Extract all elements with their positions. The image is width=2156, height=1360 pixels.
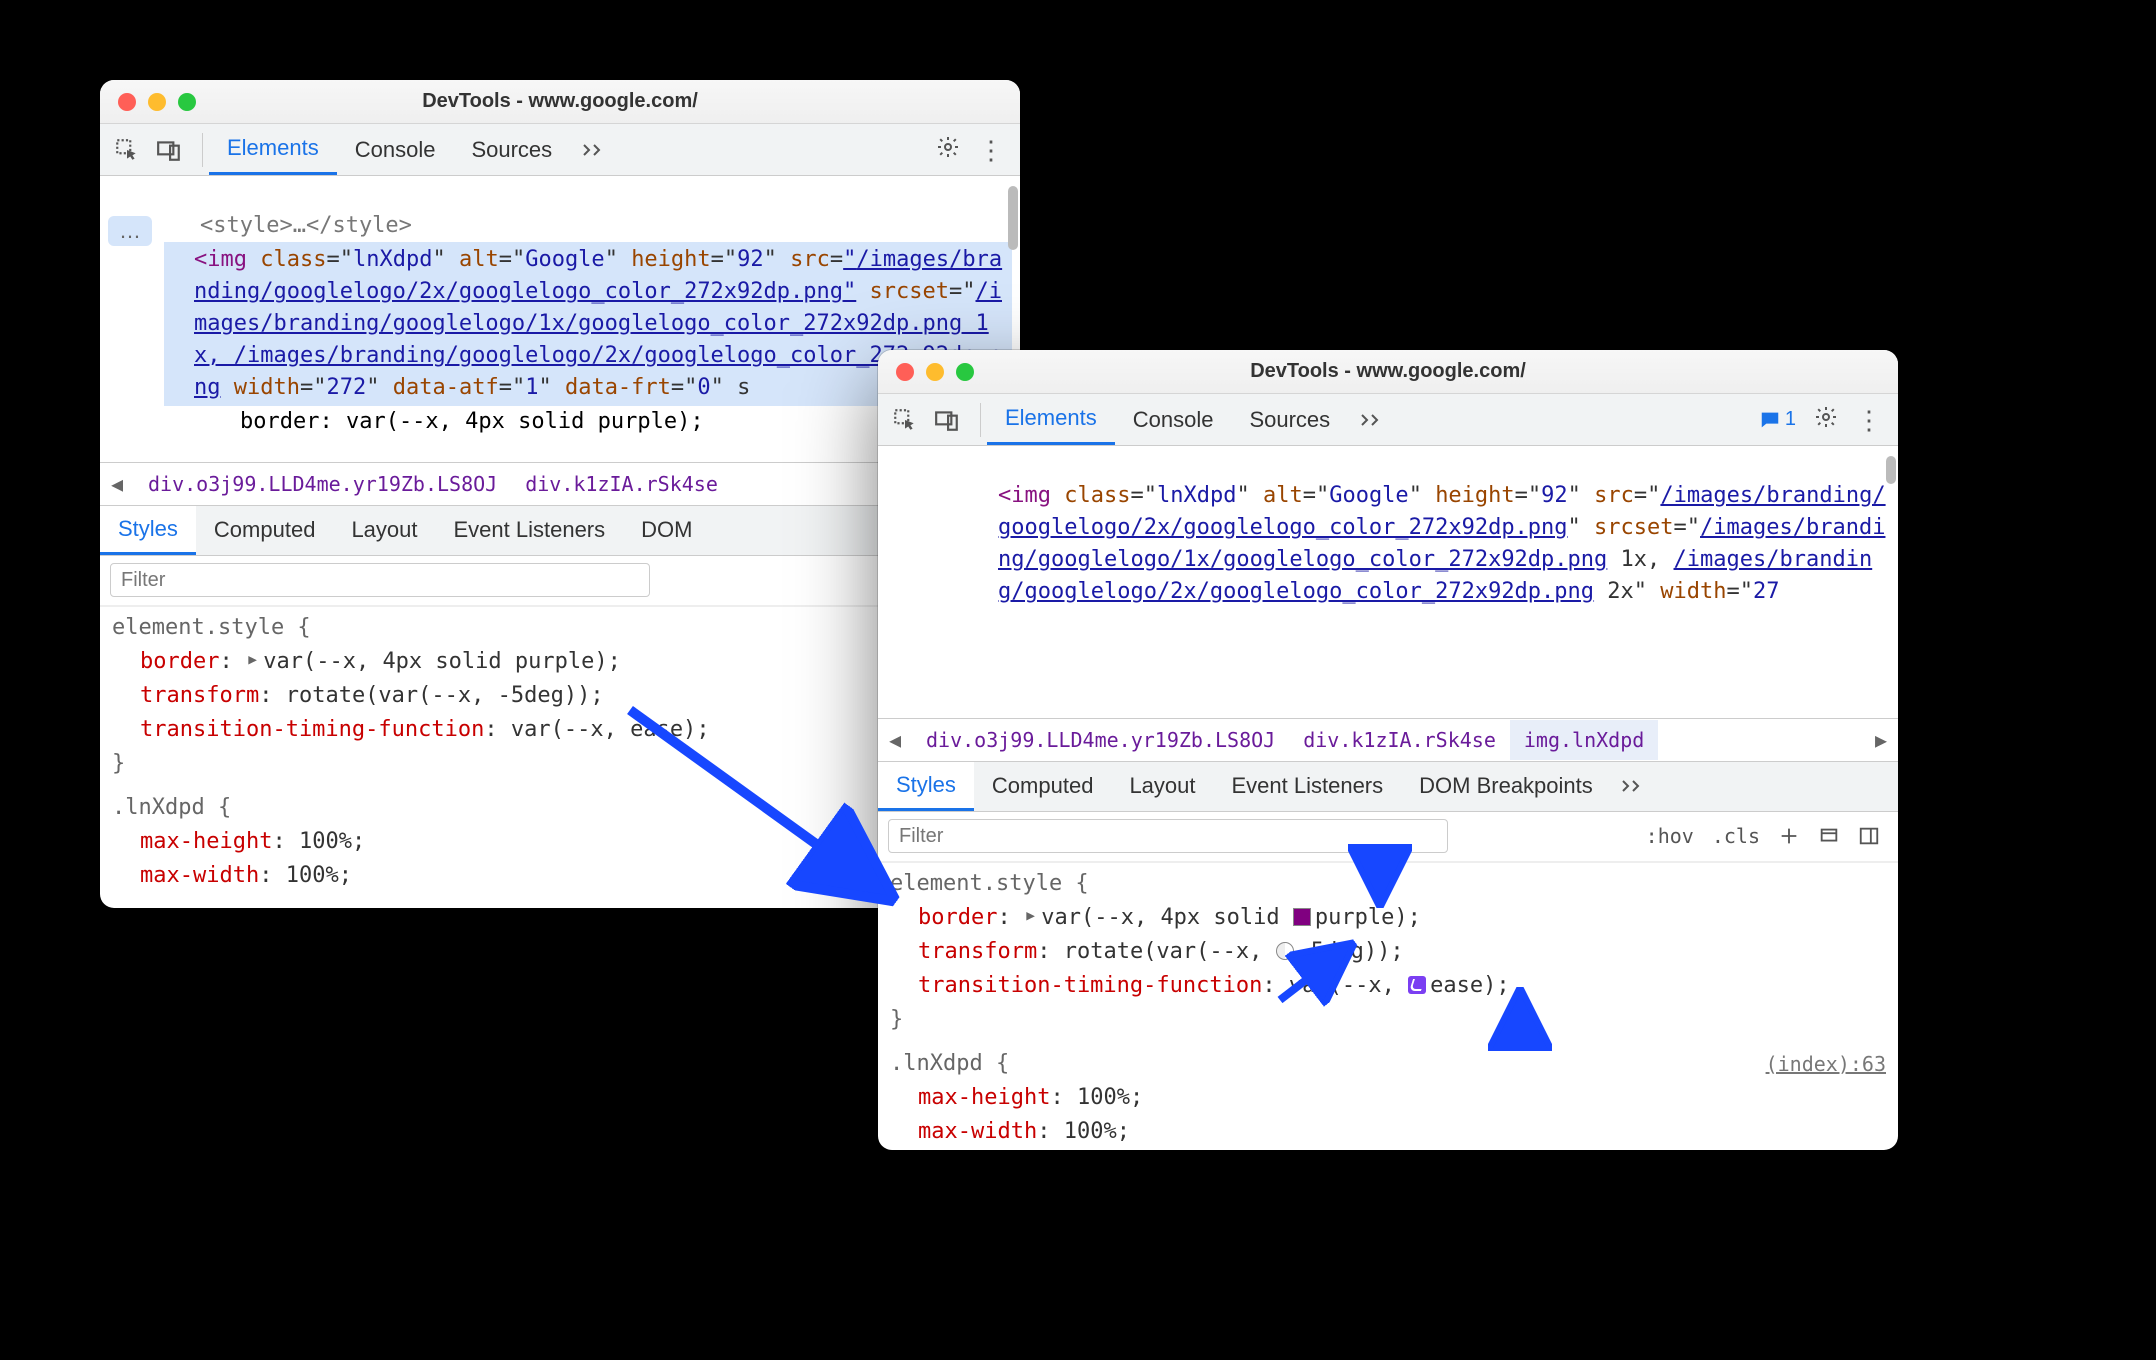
css-declaration[interactable]: border: ▸var(--x, 4px solid purple); — [890, 901, 1886, 935]
device-toolbar-icon[interactable] — [156, 137, 182, 163]
tab-elements[interactable]: Elements — [987, 394, 1115, 445]
main-toolbar: Elements Console Sources 1 ⋮ — [878, 394, 1898, 446]
new-style-rule-icon[interactable] — [1778, 825, 1800, 847]
gutter — [878, 446, 938, 718]
rendering-icon[interactable] — [1818, 825, 1840, 847]
window-title: DevTools - www.google.com/ — [878, 360, 1898, 383]
close-window-button[interactable] — [896, 363, 914, 381]
css-declaration[interactable]: max-height: 100%; — [112, 825, 1008, 859]
titlebar: DevTools - www.google.com/ — [100, 80, 1020, 124]
bezier-swatch-icon[interactable] — [1408, 976, 1426, 994]
more-subtabs-icon[interactable] — [1611, 773, 1655, 799]
subtab-dom-breakpoints[interactable]: DOM Breakpoints — [1401, 762, 1611, 811]
tab-elements[interactable]: Elements — [209, 124, 337, 175]
css-declaration-cutoff[interactable]: object-fit: contain; — [890, 1149, 1886, 1151]
issues-badge[interactable]: 1 — [1759, 408, 1796, 431]
subtab-styles[interactable]: Styles — [100, 506, 196, 555]
computed-sidebar-icon[interactable] — [1858, 825, 1880, 847]
expand-shorthand-icon[interactable]: ▸ — [246, 643, 259, 677]
zoom-window-button[interactable] — [956, 363, 974, 381]
close-window-button[interactable] — [118, 93, 136, 111]
subtab-layout[interactable]: Layout — [333, 506, 435, 555]
scrollbar-thumb[interactable] — [1886, 456, 1896, 484]
window-controls — [100, 93, 196, 111]
settings-gear-icon[interactable] — [936, 135, 960, 165]
rule-selector: element.style { — [112, 611, 1008, 645]
panel-tabs: Elements Console Sources — [209, 124, 618, 175]
settings-gear-icon[interactable] — [1814, 405, 1838, 435]
subtab-computed[interactable]: Computed — [974, 762, 1112, 811]
cls-toggle[interactable]: .cls — [1712, 824, 1760, 848]
tab-sources[interactable]: Sources — [1231, 394, 1348, 445]
color-swatch-icon[interactable] — [1293, 908, 1311, 926]
zoom-window-button[interactable] — [178, 93, 196, 111]
styles-filter-input[interactable]: Filter — [888, 819, 1448, 853]
rule-close: } — [890, 1003, 1886, 1037]
styles-subtabs: Styles Computed Layout Event Listeners D… — [878, 762, 1898, 812]
window-title: DevTools - www.google.com/ — [100, 90, 1020, 113]
breadcrumb-prev-icon[interactable]: ◀ — [878, 728, 912, 752]
css-declaration[interactable]: border: ▸var(--x, 4px solid purple); — [112, 645, 1008, 679]
more-options-icon[interactable]: ⋮ — [1856, 416, 1882, 424]
gutter: … — [100, 176, 160, 462]
device-toolbar-icon[interactable] — [934, 407, 960, 433]
rule-selector: .lnXdpd { — [112, 791, 1008, 825]
styles-filter-row: Filter :hov .cls — [878, 812, 1898, 862]
tab-console[interactable]: Console — [1115, 394, 1232, 445]
breadcrumb-item[interactable]: div.o3j99.LLD4me.yr19Zb.LS8OJ — [912, 720, 1289, 760]
more-tabs-icon[interactable] — [570, 124, 618, 175]
tab-sources[interactable]: Sources — [453, 124, 570, 175]
css-declaration[interactable]: transition-timing-function: var(--x, eas… — [890, 969, 1886, 1003]
expand-shorthand-icon[interactable]: ▸ — [1024, 899, 1037, 933]
dom-tree[interactable]: <img class="lnXdpd" alt="Google" height=… — [938, 446, 1898, 718]
angle-swatch-icon[interactable] — [1276, 942, 1294, 960]
inspect-element-icon[interactable] — [892, 407, 918, 433]
breadcrumb: ◀ div.o3j99.LLD4me.yr19Zb.LS8OJ div.k1zI… — [878, 718, 1898, 762]
breadcrumb-item-active[interactable]: img.lnXdpd — [1510, 720, 1658, 760]
subtab-event-listeners[interactable]: Event Listeners — [1214, 762, 1402, 811]
subtab-event-listeners[interactable]: Event Listeners — [436, 506, 624, 555]
css-declaration[interactable]: transform: rotate(var(--x, -5deg)); — [112, 679, 1008, 713]
rule-selector: element.style { — [890, 867, 1886, 901]
css-declaration[interactable]: max-width: 100%; — [890, 1115, 1886, 1149]
breadcrumb-item[interactable]: div.k1zIA.rSk4se — [511, 464, 732, 504]
more-tabs-icon[interactable] — [1348, 394, 1396, 445]
css-declaration[interactable]: max-width: 100%; — [112, 859, 1008, 893]
subtab-dom-truncated[interactable]: DOM — [623, 506, 710, 555]
breadcrumb-next-icon[interactable]: ▶ — [1864, 728, 1898, 752]
styles-panel[interactable]: element.style { border: ▸var(--x, 4px so… — [878, 862, 1898, 1151]
css-declaration[interactable]: max-height: 100%; — [890, 1081, 1886, 1115]
breadcrumb-prev-icon[interactable]: ◀ — [100, 472, 134, 496]
breadcrumb-item[interactable]: div.o3j99.LLD4me.yr19Zb.LS8OJ — [134, 464, 511, 504]
source-link[interactable]: (index):63 — [1766, 1047, 1886, 1081]
devtools-window-after: DevTools - www.google.com/ Elements Cons… — [878, 350, 1898, 1150]
inspect-element-icon[interactable] — [114, 137, 140, 163]
minimize-window-button[interactable] — [148, 93, 166, 111]
hov-toggle[interactable]: :hov — [1646, 824, 1694, 848]
window-controls — [878, 363, 974, 381]
breadcrumb-item[interactable]: div.k1zIA.rSk4se — [1289, 720, 1510, 760]
minimize-window-button[interactable] — [926, 363, 944, 381]
css-declaration[interactable]: transform: rotate(var(--x, -5deg)); — [890, 935, 1886, 969]
css-declaration[interactable]: transition-timing-function: var(--x, eas… — [112, 713, 1008, 747]
rule-selector: .lnXdpd { — [890, 1051, 1009, 1076]
titlebar: DevTools - www.google.com/ — [878, 350, 1898, 394]
styles-filter-input[interactable]: Filter — [110, 563, 650, 597]
panel-tabs: Elements Console Sources — [987, 394, 1396, 445]
rule-close: } — [112, 747, 1008, 781]
collapsed-ellipsis-icon[interactable]: … — [108, 216, 152, 246]
subtab-layout[interactable]: Layout — [1111, 762, 1213, 811]
main-toolbar: Elements Console Sources ⋮ — [100, 124, 1020, 176]
subtab-computed[interactable]: Computed — [196, 506, 334, 555]
scrollbar-thumb[interactable] — [1008, 186, 1018, 250]
subtab-styles[interactable]: Styles — [878, 762, 974, 811]
more-options-icon[interactable]: ⋮ — [978, 146, 1004, 154]
tab-console[interactable]: Console — [337, 124, 454, 175]
